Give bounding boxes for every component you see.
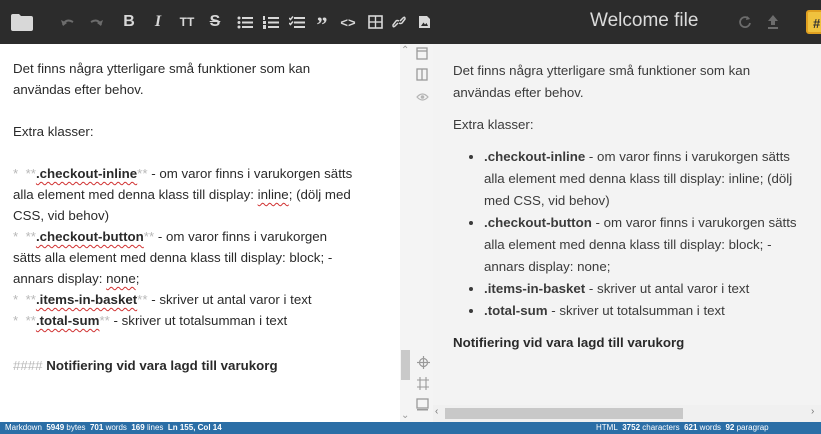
editor-scrollbar-thumb[interactable]: [401, 350, 410, 380]
editor-list-item: * **.items-in-basket** - skriver ut anta…: [13, 292, 312, 307]
bullet-mark: *: [13, 229, 19, 244]
heading-mark: ####: [13, 358, 43, 373]
class-name: .checkout-button: [35, 229, 144, 244]
checklist-icon[interactable]: [288, 11, 306, 33]
toggle-side-preview-icon[interactable]: [416, 68, 428, 83]
document-title[interactable]: Welcome file: [590, 10, 698, 32]
editor-line: Det finns några ytterligare små funktion…: [13, 61, 311, 76]
redo-icon[interactable]: [86, 11, 106, 33]
italic-icon[interactable]: I: [151, 11, 165, 33]
bullet-mark: *: [13, 166, 19, 181]
preview-list: .checkout-inline - om varor finns i varu…: [453, 146, 813, 322]
editor-list-item: * **.checkout-inline** - om varor finns …: [13, 166, 353, 223]
unordered-list-icon[interactable]: [236, 11, 254, 33]
list-item: .checkout-button - om varor finns i varu…: [484, 212, 813, 278]
bold-mark: **: [25, 292, 36, 307]
bold-icon[interactable]: B: [122, 11, 136, 33]
preview-stats: HTML 3752 characters 621 words 92 paragr…: [596, 423, 769, 432]
bullet-mark: *: [13, 292, 19, 307]
bold-mark: **: [25, 229, 36, 244]
image-icon[interactable]: [416, 11, 432, 33]
folder-icon[interactable]: [10, 11, 34, 33]
preview-horizontal-scrollbar[interactable]: ‹ ›: [433, 405, 821, 422]
bold-mark: **: [25, 313, 36, 328]
bold-mark: **: [25, 166, 36, 181]
status-bar: Markdown 5949 bytes 701 words 169 lines …: [0, 422, 821, 434]
editor-heading-line: #### Notifiering vid vara lagd till varu…: [13, 358, 278, 373]
link-icon[interactable]: [391, 11, 407, 33]
scrollbar-thumb[interactable]: [445, 408, 683, 419]
toggle-status-bar-icon[interactable]: [416, 398, 429, 413]
toolbar: B I TT S ” <> Welcome file #: [0, 0, 821, 44]
bold-mark: **: [143, 229, 155, 244]
strikethrough-icon[interactable]: S: [208, 11, 222, 33]
bold-mark: **: [99, 313, 110, 328]
class-name: .checkout-inline: [35, 166, 138, 181]
expand-icon[interactable]: [417, 377, 429, 392]
scroll-down-icon[interactable]: ⌄: [401, 409, 409, 422]
editor-line: användas efter behov.: [13, 82, 144, 97]
scroll-left-icon[interactable]: ‹: [435, 406, 438, 417]
bold-mark: **: [137, 292, 148, 307]
bold-mark: **: [137, 166, 148, 181]
heading-icon[interactable]: TT: [178, 11, 196, 33]
editor-list-item: * **.checkout-button** - om varor finns …: [13, 229, 333, 286]
scroll-sync-icon[interactable]: [417, 356, 430, 371]
sync-icon[interactable]: [736, 11, 754, 33]
list-item: .items-in-basket - skriver ut antal varo…: [484, 278, 813, 300]
quote-icon[interactable]: ”: [315, 11, 329, 37]
publish-icon[interactable]: [765, 11, 781, 33]
workspace-icon[interactable]: #: [806, 10, 821, 34]
preview-eye-icon[interactable]: [416, 91, 429, 104]
scroll-right-icon[interactable]: ›: [811, 406, 814, 417]
ordered-list-icon[interactable]: [262, 11, 280, 33]
toggle-navigation-bar-icon[interactable]: [416, 47, 428, 62]
bullet-mark: *: [13, 313, 19, 328]
table-icon[interactable]: [366, 11, 384, 33]
list-item: .total-sum - skriver ut totalsumman i te…: [484, 300, 813, 322]
scroll-up-icon[interactable]: ⌃: [401, 44, 409, 57]
editor-line: Extra klasser:: [13, 124, 94, 139]
code-icon[interactable]: <>: [337, 11, 359, 33]
preview-heading: Notifiering vid vara lagd till varukorg: [453, 335, 685, 350]
undo-icon[interactable]: [58, 11, 78, 33]
markdown-editor[interactable]: Det finns några ytterligare små funktion…: [0, 44, 400, 422]
preview-paragraph: Det finns några ytterligare små funktion…: [453, 63, 751, 100]
class-name: .items-in-basket: [35, 292, 138, 307]
editor-list-item: * **.total-sum** - skriver ut totalsumma…: [13, 313, 288, 328]
preview-paragraph: Extra klasser:: [453, 117, 534, 132]
class-name: .total-sum: [35, 313, 100, 328]
preview-pane: Det finns några ytterligare små funktion…: [433, 44, 821, 422]
list-item: .checkout-inline - om varor finns i varu…: [484, 146, 813, 212]
